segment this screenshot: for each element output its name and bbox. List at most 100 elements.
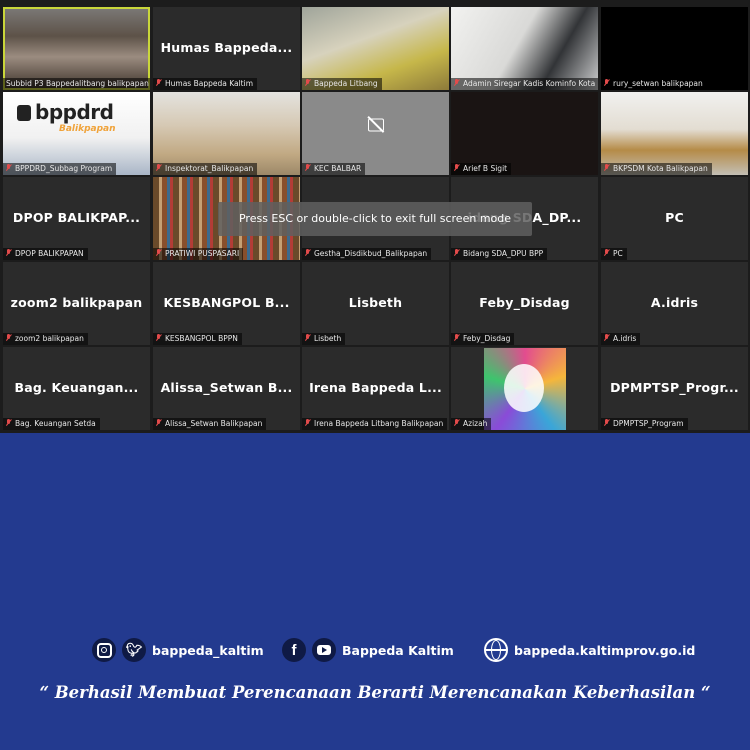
participant-tile[interactable]: KESBANGPOL B... KESBANGPOL BPPN	[153, 262, 300, 345]
participant-name-label: DPOP BALIKPAPAN	[3, 248, 88, 260]
participant-tile[interactable]: Inspektorat_Balikpapan	[153, 92, 300, 175]
participant-name-label: Feby_Disdag	[451, 333, 515, 345]
participant-name-label: DPMPTSP_Program	[601, 418, 688, 430]
participant-name-label: A.idris	[601, 333, 641, 345]
participant-name-label: BPPDRD_Subbag Program	[3, 163, 117, 175]
mic-muted-icon	[604, 164, 610, 172]
participant-name: Inspektorat_Balikpapan	[165, 164, 254, 173]
facebook-icon[interactable]: f	[282, 638, 306, 662]
participant-display-name: DPMPTSP_Progr...	[610, 379, 739, 395]
participant-name: Arief B Sigit	[463, 164, 508, 173]
participant-tile[interactable]: Bag. Keuangan... Bag. Keuangan Setda	[3, 347, 150, 430]
youtube-icon[interactable]	[312, 638, 336, 662]
participant-tile[interactable]: A.idris A.idris	[601, 262, 748, 345]
social-group-handle: 🐦︎ bappeda_kaltim	[92, 636, 264, 664]
participant-tile[interactable]: DPOP BALIKPAP... DPOP BALIKPAPAN	[3, 177, 150, 260]
participant-display-name: zoom2 balikpapan	[10, 294, 143, 310]
participant-name: PRATIWI PUSPASARI	[165, 249, 240, 258]
social-handle[interactable]: bappeda_kaltim	[152, 643, 264, 658]
participant-tile[interactable]: bppdrd Balikpapan BPPDRD_Subbag Program	[3, 92, 150, 175]
profile-face	[504, 364, 544, 412]
participant-name: Adamin Siregar Kadis Kominfo Kota Bali..…	[463, 79, 598, 88]
participant-name: Humas Bappeda Kaltim	[165, 79, 254, 88]
participant-tile[interactable]: BKPSDM Kota Balikpapan	[601, 92, 748, 175]
mic-muted-icon	[454, 249, 460, 257]
mic-muted-icon	[604, 249, 610, 257]
social-name[interactable]: Bappeda Kaltim	[342, 643, 454, 658]
participant-display-name: Lisbeth	[348, 294, 403, 310]
participant-name-label: Alissa_Setwan Balikpapan	[153, 418, 267, 430]
participant-name: A.idris	[613, 334, 637, 343]
participant-display-name: Alissa_Setwan B...	[160, 379, 293, 395]
participant-name: KESBANGPOL BPPN	[165, 334, 238, 343]
participant-tile[interactable]: Azizah	[451, 347, 598, 430]
participant-name-label: Bidang SDA_DPU BPP	[451, 248, 548, 260]
mic-muted-icon	[604, 334, 610, 342]
mic-muted-icon	[305, 334, 311, 342]
social-group-website: bappeda.kaltimprov.go.id	[484, 636, 695, 664]
participant-tile[interactable]: Bappeda Litbang	[302, 7, 449, 90]
globe-icon[interactable]	[484, 638, 508, 662]
mic-muted-icon	[305, 249, 311, 257]
bppdrd-logo-subtitle: Balikpapan	[59, 124, 116, 134]
participant-name: DPOP BALIKPAPAN	[15, 249, 84, 258]
participant-tile[interactable]: Alissa_Setwan B... Alissa_Setwan Balikpap…	[153, 347, 300, 430]
mic-muted-icon	[156, 249, 162, 257]
participant-name: BKPSDM Kota Balikpapan	[613, 164, 708, 173]
participant-name: Irena Bappeda Litbang Balikpapan	[314, 419, 444, 428]
participant-name-label: Irena Bappeda Litbang Balikpapan	[302, 418, 448, 430]
participant-name-label: Bag. Keuangan Setda	[3, 418, 100, 430]
participant-name: BPPDRD_Subbag Program	[15, 164, 113, 173]
twitter-icon[interactable]: 🐦︎	[122, 638, 146, 662]
instagram-icon[interactable]	[92, 638, 116, 662]
participant-tile[interactable]: rury_setwan balikpapan	[601, 7, 748, 90]
camera-off-icon	[367, 118, 384, 132]
participant-display-name: DPOP BALIKPAP...	[12, 209, 141, 225]
participant-tile[interactable]: Feby_Disdag Feby_Disdag	[451, 262, 598, 345]
participant-name-label: PC	[601, 248, 627, 260]
participant-name-label: Bappeda Litbang	[302, 78, 382, 90]
participant-name: Gestha_Disdikbud_Balikpapan	[314, 249, 428, 258]
participant-name-label: zoom2 balikpapan	[3, 333, 88, 345]
participant-tile[interactable]: Subbid P3 Bappedalitbang balikpapan	[3, 7, 150, 90]
participant-name: Bag. Keuangan Setda	[15, 419, 96, 428]
participant-tile[interactable]: KEC BALBAR	[302, 92, 449, 175]
participant-display-name: Feby_Disdag	[479, 294, 570, 310]
mic-muted-icon	[6, 249, 12, 257]
profile-picture	[484, 348, 566, 430]
participant-name-label: KEC BALBAR	[302, 163, 366, 175]
participant-display-name: Humas Bappeda...	[160, 39, 293, 55]
website-link[interactable]: bappeda.kaltimprov.go.id	[514, 643, 695, 658]
participant-display-name: Bag. Keuangan...	[14, 379, 139, 395]
mic-muted-icon	[156, 334, 162, 342]
participant-name: Lisbeth	[314, 334, 342, 343]
participant-tile[interactable]: Adamin Siregar Kadis Kominfo Kota Bali..…	[451, 7, 598, 90]
mic-muted-icon	[454, 79, 460, 87]
participant-display-name: PC	[665, 209, 684, 225]
participant-name-label: KESBANGPOL BPPN	[153, 333, 242, 345]
mic-muted-icon	[305, 164, 311, 172]
participant-name: rury_setwan balikpapan	[613, 79, 703, 88]
mic-muted-icon	[6, 419, 12, 427]
participant-name-label: Gestha_Disdikbud_Balikpapan	[302, 248, 432, 260]
participant-display-name: Irena Bappeda L...	[309, 379, 442, 395]
participant-name-label: Inspektorat_Balikpapan	[153, 163, 258, 175]
participant-name-label: BKPSDM Kota Balikpapan	[601, 163, 712, 175]
fullscreen-exit-banner: Press ESC or double-click to exit full s…	[218, 202, 532, 236]
participant-tile[interactable]: Humas Bappeda... Humas Bappeda Kaltim	[153, 7, 300, 90]
participant-tile[interactable]: Irena Bappeda L... Irena Bappeda Litbang …	[302, 347, 449, 430]
participant-tile[interactable]: zoom2 balikpapan zoom2 balikpapan	[3, 262, 150, 345]
mic-muted-icon	[6, 334, 12, 342]
participant-tile[interactable]: Lisbeth Lisbeth	[302, 262, 449, 345]
participant-name-label: Humas Bappeda Kaltim	[153, 78, 258, 90]
participant-tile[interactable]: PC PC	[601, 177, 748, 260]
mic-muted-icon	[305, 419, 311, 427]
participant-tile[interactable]: Arief B Sigit	[451, 92, 598, 175]
participant-name: Bappeda Litbang	[314, 79, 378, 88]
participant-name: DPMPTSP_Program	[613, 419, 684, 428]
participant-name: KEC BALBAR	[314, 164, 362, 173]
footer-social-row: 🐦︎ bappeda_kaltim f Bappeda Kaltim bappe…	[0, 636, 750, 664]
participant-name-label: Adamin Siregar Kadis Kominfo Kota Bali..…	[451, 78, 598, 90]
participant-tile[interactable]: DPMPTSP_Progr... DPMPTSP_Program	[601, 347, 748, 430]
mic-muted-icon	[604, 419, 610, 427]
